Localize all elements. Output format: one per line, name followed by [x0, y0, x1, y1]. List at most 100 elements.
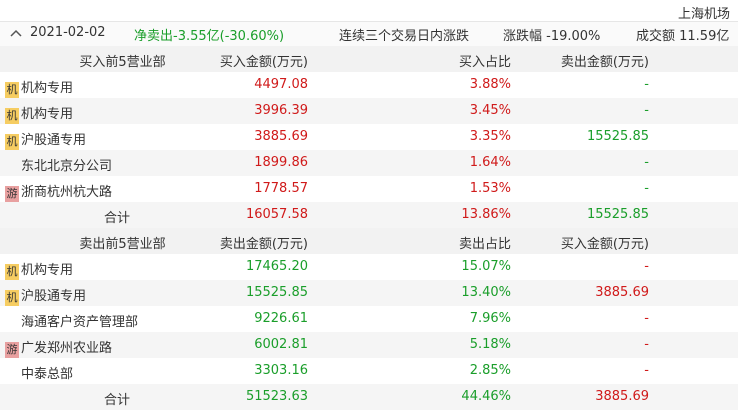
amount-cell: 9226.61 [254, 311, 308, 326]
branch-name-cell: 游广发郑州农业路 [5, 337, 112, 358]
ratio-cell: 3.88% [469, 77, 511, 92]
ratio-cell: 5.18% [469, 337, 511, 352]
branch-name[interactable]: 东北北京分公司 [21, 159, 112, 174]
branch-name-cell: 东北北京分公司 [5, 155, 112, 174]
info-change-label: 涨跌幅 -19.00% [503, 25, 600, 44]
table-row[interactable]: 游广发郑州农业路 6002.81 5.18% - [0, 332, 738, 358]
other-amount-cell: - [644, 363, 649, 378]
branch-name-cell: 机沪股通专用 [5, 129, 86, 150]
amount-cell: 1899.86 [254, 155, 308, 170]
col-header-other: 买入金额(万元) [560, 237, 649, 252]
branch-name-cell: 中泰总部 [5, 363, 73, 382]
branch-name[interactable]: 机构专用 [21, 81, 73, 96]
chevron-up-icon[interactable] [10, 28, 22, 40]
amount-cell: 4497.08 [254, 77, 308, 92]
branch-name-cell: 机机构专用 [5, 103, 73, 124]
ratio-cell: 1.64% [469, 155, 511, 170]
total-row[interactable]: 合计 16057.58 13.86% 15525.85 [0, 202, 738, 228]
col-header-amount: 买入金额(万元) [219, 55, 308, 70]
title-bar: 上海机场 [0, 0, 738, 22]
branch-name[interactable]: 机构专用 [21, 107, 73, 122]
badge-placeholder [5, 311, 19, 327]
total-row[interactable]: 合计 51523.63 44.46% 3885.69 [0, 384, 738, 410]
table-row[interactable]: 游浙商杭州杭大路 1778.57 1.53% - [0, 176, 738, 202]
branch-name-cell: 机沪股通专用 [5, 285, 86, 306]
other-amount-cell: - [644, 181, 649, 196]
institution-badge: 机 [5, 290, 19, 306]
branch-name-cell: 机机构专用 [5, 259, 73, 280]
other-amount-cell: 3885.69 [595, 285, 649, 300]
amount-cell: 3885.69 [254, 129, 308, 144]
col-header-branch: 买入前5营业部 [79, 55, 166, 70]
other-amount-cell: 15525.85 [586, 207, 649, 222]
branch-name[interactable]: 中泰总部 [21, 367, 73, 382]
amount-cell: 1778.57 [254, 181, 308, 196]
ratio-cell: 1.53% [469, 181, 511, 196]
table-row[interactable]: 机机构专用 3996.39 3.45% - [0, 98, 738, 124]
branch-name[interactable]: 广发郑州农业路 [21, 341, 112, 356]
table-row[interactable]: 机机构专用 4497.08 3.88% - [0, 72, 738, 98]
institution-badge: 机 [5, 108, 19, 124]
table-row[interactable]: 机机构专用 17465.20 15.07% - [0, 254, 738, 280]
ratio-cell: 13.86% [461, 207, 511, 222]
branch-name[interactable]: 机构专用 [21, 263, 73, 278]
branch-name[interactable]: 沪股通专用 [21, 289, 86, 304]
badge-placeholder [5, 363, 19, 379]
amount-cell: 6002.81 [254, 337, 308, 352]
info-volume: 成交额 11.59亿 [636, 29, 730, 44]
ratio-cell: 3.35% [469, 129, 511, 144]
branch-name[interactable]: 海通客户资产管理部 [21, 315, 138, 330]
institution-badge: 机 [5, 82, 19, 98]
info-reason: 连续三个交易日内涨跌 [339, 29, 470, 44]
table-row[interactable]: 中泰总部 3303.16 2.85% - [0, 358, 738, 384]
institution-badge: 机 [5, 264, 19, 280]
table-row[interactable]: 海通客户资产管理部 9226.61 7.96% - [0, 306, 738, 332]
amount-cell: 3303.16 [254, 363, 308, 378]
hot-money-badge: 游 [5, 186, 19, 202]
hot-money-badge: 游 [5, 342, 19, 358]
other-amount-cell: - [644, 259, 649, 274]
ratio-cell: 44.46% [461, 389, 511, 404]
table-row[interactable]: 东北北京分公司 1899.86 1.64% - [0, 150, 738, 176]
branch-name[interactable]: 沪股通专用 [21, 133, 86, 148]
table-row[interactable]: 机沪股通专用 15525.85 13.40% 3885.69 [0, 280, 738, 306]
branch-name-cell: 海通客户资产管理部 [5, 311, 138, 330]
total-label: 合计 [104, 393, 131, 408]
other-amount-cell: 15525.85 [586, 129, 649, 144]
col-header-ratio: 买入占比 [458, 55, 511, 70]
other-amount-cell: - [644, 103, 649, 118]
total-label: 合计 [104, 211, 131, 226]
institution-badge: 机 [5, 134, 19, 150]
badge-placeholder [5, 155, 19, 171]
col-header-amount: 卖出金额(万元) [219, 237, 308, 252]
amount-cell: 51523.63 [245, 389, 308, 404]
ratio-cell: 7.96% [469, 311, 511, 326]
info-bar[interactable]: 2021-02-02 净卖出-3.55亿(-30.60%) 连续三个交易日内涨跌… [0, 21, 738, 47]
info-change: 涨跌幅 -19.00% [503, 29, 601, 44]
info-net-sell: 净卖出-3.55亿(-30.60%) [134, 29, 285, 44]
sell-header-row: 卖出前5营业部 卖出金额(万元) 卖出占比 买入金额(万元) [0, 228, 738, 254]
ratio-cell: 2.85% [469, 363, 511, 378]
ratio-cell: 13.40% [461, 285, 511, 300]
branch-name-cell: 机机构专用 [5, 77, 73, 98]
amount-cell: 3996.39 [254, 103, 308, 118]
table-row[interactable]: 机沪股通专用 3885.69 3.35% 15525.85 [0, 124, 738, 150]
other-amount-cell: 3885.69 [595, 389, 649, 404]
branch-name[interactable]: 浙商杭州杭大路 [21, 185, 112, 200]
col-header-branch: 卖出前5营业部 [79, 237, 166, 252]
ratio-cell: 15.07% [461, 259, 511, 274]
other-amount-cell: - [644, 155, 649, 170]
stock-name: 上海机场 [677, 7, 730, 22]
amount-cell: 16057.58 [245, 207, 308, 222]
col-header-other: 卖出金额(万元) [560, 55, 649, 70]
amount-cell: 17465.20 [245, 259, 308, 274]
other-amount-cell: - [644, 311, 649, 326]
col-header-ratio: 卖出占比 [458, 237, 511, 252]
buy-header-row: 买入前5营业部 买入金额(万元) 买入占比 卖出金额(万元) [0, 46, 738, 72]
other-amount-cell: - [644, 337, 649, 352]
info-date: 2021-02-02 [30, 25, 106, 40]
branch-name-cell: 游浙商杭州杭大路 [5, 181, 112, 202]
amount-cell: 15525.85 [245, 285, 308, 300]
other-amount-cell: - [644, 77, 649, 92]
ratio-cell: 3.45% [469, 103, 511, 118]
